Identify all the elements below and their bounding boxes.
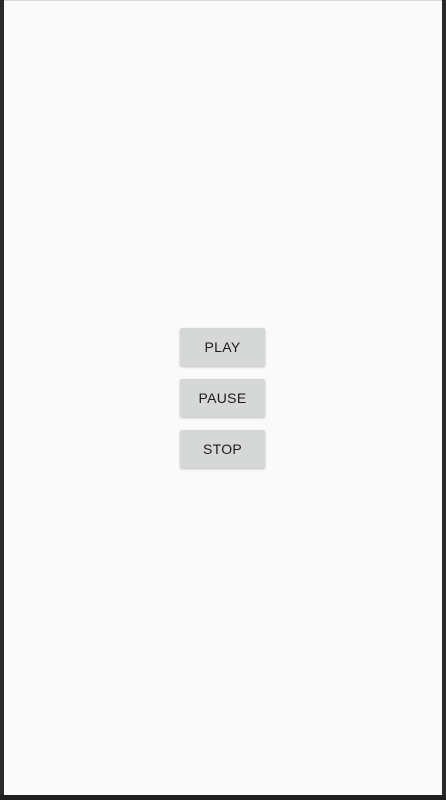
- app-screen: PLAY PAUSE STOP: [4, 0, 442, 795]
- pause-button[interactable]: PAUSE: [180, 379, 265, 417]
- stop-button[interactable]: STOP: [180, 430, 265, 468]
- play-button[interactable]: PLAY: [180, 328, 265, 366]
- device-bezel: [0, 795, 446, 800]
- media-controls: PLAY PAUSE STOP: [180, 328, 265, 468]
